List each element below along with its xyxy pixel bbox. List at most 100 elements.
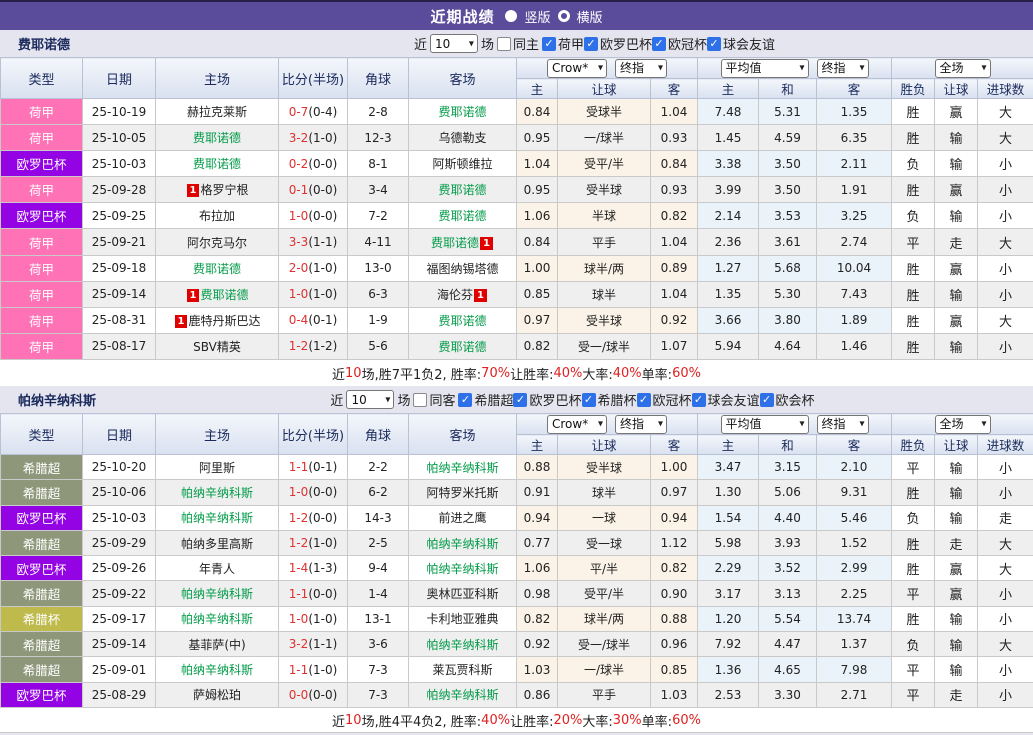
checkbox-checked-icon[interactable]: ✓ (637, 393, 651, 407)
vertical-layout-radio[interactable] (505, 10, 517, 22)
checkbox-checked-icon[interactable]: ✓ (513, 393, 527, 407)
match-row: 欧罗巴杯25-09-26年青人1-4(1-3)9-4帕纳辛纳科斯1.06平/半0… (1, 556, 1033, 581)
team1-final-index-select-b[interactable]: 终指 (817, 59, 869, 78)
team2-same-away-checkbox[interactable]: 同客 (413, 390, 455, 409)
corner-cell: 12-3 (348, 125, 409, 151)
team1-same-home-checkbox[interactable]: 同主 (497, 34, 539, 53)
column-header-odds-handicap: 让球 (558, 435, 651, 455)
league-checkbox-欧罗巴杯[interactable]: ✓欧罗巴杯 (513, 390, 581, 409)
avg-draw-cell: 5.31 (759, 99, 817, 125)
odds-handicap-cell: 球半 (558, 281, 651, 307)
checkbox-checked-icon[interactable]: ✓ (458, 393, 472, 407)
result-goals-cell: 小 (978, 606, 1033, 631)
avg-away-cell: 2.99 (817, 556, 892, 581)
result-goals-cell: 小 (978, 151, 1033, 177)
avg-away-cell: 2.11 (817, 151, 892, 177)
team-label: 阿尔克马尔 (187, 236, 247, 250)
team2-odds-source-select[interactable]: Crow* (547, 415, 607, 434)
checkbox-checked-icon[interactable]: ✓ (542, 37, 556, 51)
result-goals-cell: 小 (978, 281, 1033, 307)
checkbox-checked-icon[interactable]: ✓ (584, 37, 598, 51)
team2-final-index-select-b[interactable]: 终指 (817, 415, 869, 434)
odds-home-cell: 0.98 (517, 581, 558, 606)
odds-away-cell: 0.82 (651, 203, 698, 229)
column-header-score: 比分(半场) (279, 414, 348, 455)
corner-cell: 7-2 (348, 203, 409, 229)
home-team-cell: 费耶诺德 (156, 151, 279, 177)
odds-home-cell: 0.97 (517, 307, 558, 333)
team1-odds-source-select[interactable]: Crow* (547, 59, 607, 78)
red-card-badge: 1 (175, 315, 188, 328)
avg-away-cell: 13.74 (817, 606, 892, 631)
near-label: 近 (414, 34, 427, 53)
summary-text: 60% (672, 366, 701, 381)
league-cell: 希腊杯 (1, 606, 83, 631)
league-checkbox-球会友谊[interactable]: ✓球会友谊 (707, 34, 775, 53)
checkbox-unchecked-icon[interactable] (497, 37, 511, 51)
league-checkbox-荷甲[interactable]: ✓荷甲 (542, 34, 584, 53)
team-label: 奥林匹亚科斯 (426, 587, 498, 601)
date-cell: 25-09-18 (83, 255, 156, 281)
away-team-cell: 帕纳辛纳科斯 (409, 455, 517, 480)
date-cell: 25-08-17 (83, 333, 156, 359)
checkbox-checked-icon[interactable]: ✓ (652, 37, 666, 51)
league-cell: 欧罗巴杯 (1, 556, 83, 581)
away-team-cell: 费耶诺德 (409, 307, 517, 333)
summary-text: 10 (345, 366, 362, 381)
checkbox-unchecked-icon[interactable] (413, 393, 427, 407)
result-winloss-cell: 胜 (892, 177, 935, 203)
avg-away-cell: 1.89 (817, 307, 892, 333)
team-label: 萨姆松珀 (193, 688, 241, 702)
home-team-cell: 帕纳多里高斯 (156, 530, 279, 555)
league-checkbox-欧会杯[interactable]: ✓欧会杯 (760, 390, 815, 409)
league-checkbox-欧罗巴杯[interactable]: ✓欧罗巴杯 (584, 34, 652, 53)
league-checkbox-欧冠杯[interactable]: ✓欧冠杯 (637, 390, 692, 409)
column-header-away: 客场 (409, 414, 517, 455)
horizontal-layout-radio[interactable] (558, 10, 570, 22)
result-goals-cell: 大 (978, 632, 1033, 657)
result-winloss-cell: 胜 (892, 480, 935, 505)
checkbox-checked-icon[interactable]: ✓ (692, 393, 706, 407)
corner-cell: 2-8 (348, 99, 409, 125)
corner-cell: 4-11 (348, 229, 409, 255)
vertical-layout-label[interactable]: 竖版 (524, 7, 550, 26)
checkbox-checked-icon[interactable]: ✓ (582, 393, 596, 407)
avg-away-cell: 2.10 (817, 455, 892, 480)
horizontal-layout-label[interactable]: 横版 (577, 7, 603, 26)
away-team-cell: 莱瓦贾科斯 (409, 657, 517, 682)
team2-games-count-select[interactable]: 10 (346, 390, 394, 409)
avg-draw-cell: 3.93 (759, 530, 817, 555)
odds-handicap-cell: 受一球 (558, 530, 651, 555)
league-checkbox-欧冠杯[interactable]: ✓欧冠杯 (652, 34, 707, 53)
column-header-home: 主场 (156, 414, 279, 455)
league-checkbox-球会友谊[interactable]: ✓球会友谊 (692, 390, 760, 409)
team1-scope-select[interactable]: 全场 (935, 59, 991, 78)
summary-text: 让胜率: (510, 711, 553, 730)
result-winloss-cell: 胜 (892, 606, 935, 631)
odds-handicap-cell: 球半/两 (558, 606, 651, 631)
team1-average-select[interactable]: 平均值 (721, 59, 809, 78)
checkbox-checked-icon[interactable]: ✓ (760, 393, 774, 407)
league-cell: 希腊超 (1, 455, 83, 480)
team2-final-index-select-a[interactable]: 终指 (615, 415, 667, 434)
page-title: 近期战绩 (430, 6, 494, 27)
result-handicap-cell: 赢 (935, 99, 978, 125)
odds-home-cell: 0.84 (517, 99, 558, 125)
league-checkbox-希腊杯[interactable]: ✓希腊杯 (582, 390, 637, 409)
red-card-badge: 1 (474, 289, 487, 302)
column-header-corner: 角球 (348, 58, 409, 99)
away-team-cell: 前进之鹰 (409, 505, 517, 530)
avg-draw-cell: 3.61 (759, 229, 817, 255)
result-goals-cell: 大 (978, 530, 1033, 555)
team2-average-select[interactable]: 平均值 (721, 415, 809, 434)
team1-games-count-select[interactable]: 10 (430, 34, 478, 53)
avg-home-cell: 3.17 (698, 581, 759, 606)
team2-scope-select[interactable]: 全场 (935, 415, 991, 434)
team1-final-index-select-a[interactable]: 终指 (615, 59, 667, 78)
summary-text: 30% (613, 713, 642, 728)
odds-handicap-cell: 平/半 (558, 556, 651, 581)
league-checkbox-希腊超[interactable]: ✓希腊超 (458, 390, 513, 409)
checkbox-checked-icon[interactable]: ✓ (707, 37, 721, 51)
avg-away-cell: 1.91 (817, 177, 892, 203)
away-team-cell: 阿特罗米托斯 (409, 480, 517, 505)
